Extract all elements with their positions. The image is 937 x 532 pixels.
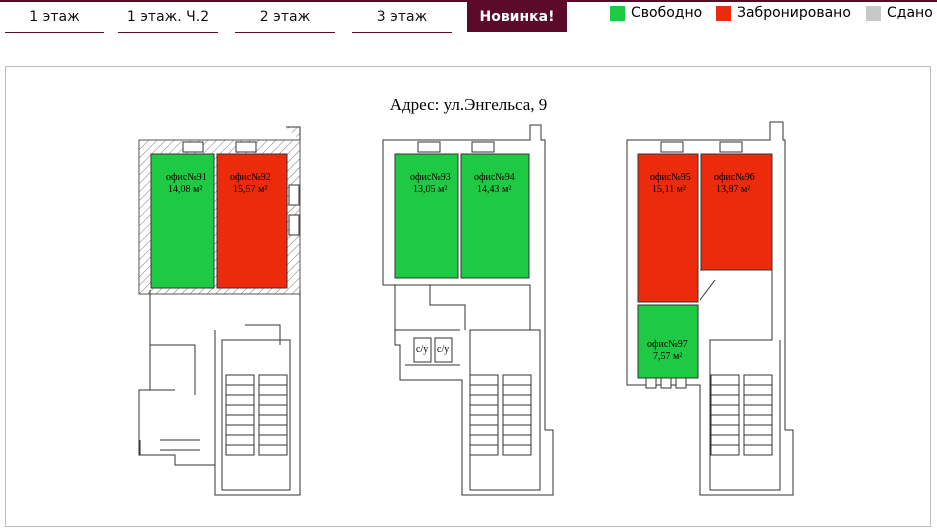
- office-92-area: 15,57 м²: [233, 184, 267, 195]
- office-95-name: офис№95: [650, 172, 691, 183]
- office-95-area: 15,11 м²: [652, 184, 686, 195]
- stairs-left: [225, 374, 288, 456]
- office-97-area: 7,57 м²: [653, 351, 682, 362]
- office-93-area: 13,05 м²: [413, 184, 447, 195]
- stairs-right: [710, 374, 773, 456]
- office-96-area: 13,87 м²: [716, 184, 750, 195]
- windows-office-97: [645, 377, 687, 389]
- office-97-name: офис№97: [647, 339, 688, 350]
- wc-label-1: с/у: [416, 344, 428, 355]
- stairs-middle: [469, 374, 532, 456]
- office-94-area: 14,43 м²: [477, 184, 511, 195]
- floor-plan-drawing: с/у с/у офис№91 14,08 м² офис№92 15,57 м…: [138, 121, 794, 496]
- office-91-name: офис№91: [166, 172, 207, 183]
- office-93-name: офис№93: [410, 172, 451, 183]
- office-91-area: 14,08 м²: [168, 184, 202, 195]
- office-94-name: офис№94: [474, 172, 515, 183]
- office-96-name: офис№96: [714, 172, 755, 183]
- office-92-name: офис№92: [230, 172, 271, 183]
- wc-label-2: с/у: [437, 344, 449, 355]
